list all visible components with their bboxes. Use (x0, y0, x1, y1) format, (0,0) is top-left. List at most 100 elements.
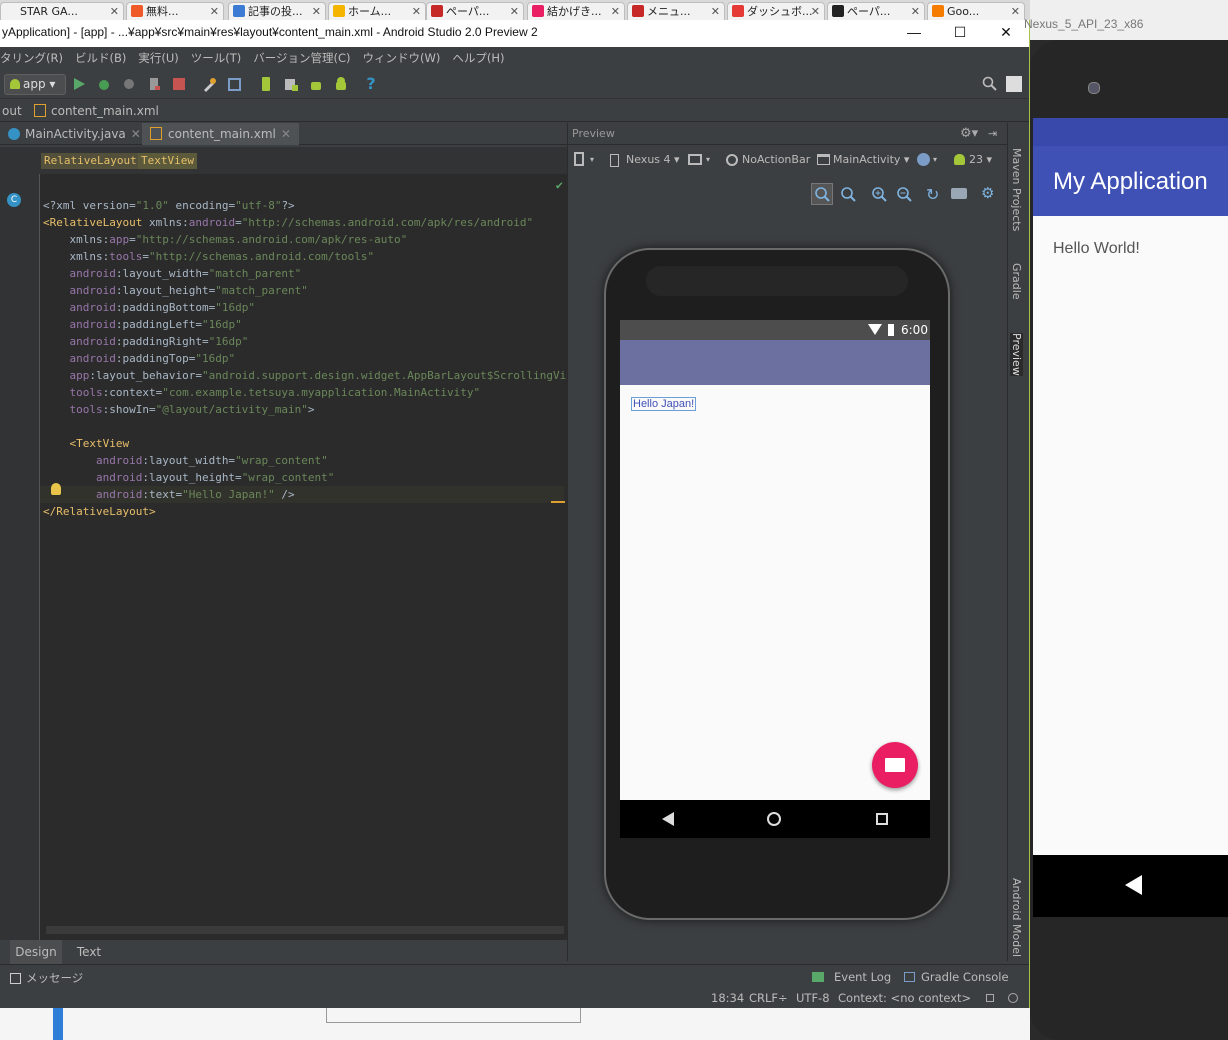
menu-item[interactable]: ウィンドウ(W) (363, 51, 441, 65)
breadcrumb-file[interactable]: content_main.xml (51, 100, 159, 122)
chevron-down-icon[interactable]: ▾ (933, 147, 937, 173)
sync-gradle-icon[interactable] (227, 76, 243, 92)
camera-icon[interactable] (951, 188, 967, 199)
chevron-down-icon[interactable]: ▾ (706, 147, 710, 173)
menu-item[interactable]: ビルド(B) (75, 51, 126, 65)
warning-stripe[interactable] (551, 501, 565, 503)
xml-code-editor[interactable]: <?xml version="1.0" encoding="utf-8"?> <R… (40, 174, 599, 954)
hide-panel-icon[interactable]: ⇥ (988, 123, 997, 145)
close-tab-icon[interactable]: ✕ (131, 127, 141, 141)
breadcrumb-parent[interactable]: out (2, 100, 22, 122)
project-structure-icon[interactable] (202, 76, 218, 92)
browser-tab[interactable]: ペーパ... ✕ (827, 2, 925, 20)
element-path-chip[interactable]: RelativeLayout (41, 153, 140, 169)
android-icon[interactable] (333, 76, 349, 92)
menu-item[interactable]: タリング(R) (0, 51, 63, 65)
caret-position[interactable]: 18:34 (711, 991, 744, 1005)
apply-changes-icon[interactable] (146, 76, 162, 92)
close-tab-icon[interactable]: ✕ (611, 3, 620, 20)
hello-text[interactable]: Hello Japan! (631, 397, 697, 411)
browser-tab[interactable]: STAR GA... ✕ (0, 2, 124, 20)
close-tab-icon[interactable]: ✕ (711, 3, 720, 20)
close-tab-icon[interactable]: ✕ (811, 3, 820, 20)
close-tab-icon[interactable]: ✕ (412, 3, 421, 20)
gear-icon[interactable]: ⚙▾ (960, 123, 978, 145)
close-tab-icon[interactable]: ✕ (911, 3, 920, 20)
zoom-to-fit-icon[interactable] (811, 183, 833, 205)
menu-item[interactable]: 実行(U) (138, 51, 178, 65)
back-icon[interactable] (1125, 875, 1142, 895)
gradle-tool[interactable]: Gradle (1010, 263, 1023, 300)
attach-debugger-icon[interactable] (121, 76, 137, 92)
theme-select[interactable]: NoActionBar (742, 147, 810, 173)
tab-text[interactable]: Text (64, 940, 114, 964)
context-indicator[interactable]: Context: <no context> (838, 991, 971, 1005)
browser-tab[interactable]: ダッシュボ... ✕ (727, 2, 825, 20)
menu-item[interactable]: ヘルプ(H) (452, 51, 504, 65)
hector-icon[interactable] (1008, 993, 1018, 1003)
gear-icon[interactable]: ⚙ (981, 184, 994, 202)
api-level-select[interactable]: 23 ▾ (969, 147, 992, 173)
android-device-monitor-icon[interactable] (308, 76, 324, 92)
close-tab-icon[interactable]: ✕ (110, 3, 119, 20)
run-config-select[interactable]: app ▾ (4, 74, 66, 95)
device-screen-icon[interactable] (574, 152, 584, 166)
close-tab-icon[interactable]: ✕ (210, 3, 219, 20)
user-icon[interactable] (1006, 76, 1022, 92)
browser-tab[interactable]: 結かげき... ✕ (527, 2, 625, 20)
minimize-button[interactable]: — (891, 20, 937, 44)
browser-tab[interactable]: Goo... ✕ (927, 2, 1025, 20)
browser-tab[interactable]: 無料... ✕ (126, 2, 224, 20)
maximize-button[interactable]: ☐ (937, 20, 983, 44)
element-path-chip[interactable]: TextView (138, 153, 197, 169)
chevron-down-icon[interactable]: ▾ (590, 147, 594, 173)
browser-tab[interactable]: メニュ... ✕ (627, 2, 725, 20)
maven-projects-tool[interactable]: Maven Projects (1010, 148, 1023, 231)
fab-button[interactable] (872, 742, 918, 788)
code-token: app (43, 369, 90, 382)
horizontal-scrollbar[interactable] (46, 926, 564, 934)
run-icon[interactable] (71, 76, 87, 92)
editor-tab[interactable]: content_main.xml ✕ (142, 123, 299, 145)
orientation-icon[interactable] (688, 154, 702, 165)
emulator-title: Nexus_5_API_23_x86 (1024, 17, 1144, 31)
gradle-console-tool[interactable]: Gradle Console (921, 970, 1009, 984)
browser-tab[interactable]: ホーム... ✕ (328, 2, 426, 20)
close-tab-icon[interactable]: ✕ (312, 3, 321, 20)
stop-icon[interactable] (171, 76, 187, 92)
sdk-manager-icon[interactable] (283, 76, 299, 92)
editor-tab[interactable]: MainActivity.java ✕ (0, 123, 149, 145)
lightbulb-icon[interactable] (51, 483, 61, 495)
device-select[interactable]: Nexus 4 ▾ (626, 147, 680, 173)
home-icon[interactable] (767, 812, 781, 826)
globe-icon[interactable] (917, 153, 930, 166)
recents-icon[interactable] (876, 813, 888, 825)
menu-item[interactable]: ツール(T) (191, 51, 242, 65)
zoom-in-icon[interactable] (869, 184, 889, 207)
debug-icon[interactable] (96, 76, 112, 92)
help-icon[interactable]: ? (363, 76, 379, 92)
back-icon[interactable] (662, 812, 674, 826)
line-separator[interactable]: CRLF÷ (749, 991, 788, 1005)
lock-icon[interactable] (986, 994, 994, 1002)
activity-select[interactable]: MainActivity ▾ (833, 147, 909, 173)
zoom-out-icon[interactable] (894, 184, 914, 207)
search-icon[interactable] (982, 76, 998, 92)
android-model-tool[interactable]: Android Model (1010, 878, 1023, 957)
browser-tab[interactable]: ペーパ... ✕ (426, 2, 524, 20)
event-log-tool[interactable]: Event Log (834, 970, 891, 984)
close-tab-icon[interactable]: ✕ (1011, 3, 1020, 20)
tab-design[interactable]: Design (10, 940, 62, 964)
close-tab-icon[interactable]: ✕ (510, 3, 519, 20)
file-encoding[interactable]: UTF-8 (796, 991, 830, 1005)
avd-manager-icon[interactable] (258, 76, 274, 92)
preview-tool[interactable]: Preview (1010, 333, 1023, 376)
messages-tool[interactable]: メッセージ (26, 970, 83, 986)
browser-tab[interactable]: 記事の投... ✕ (228, 2, 326, 20)
code-token: :context= (102, 386, 163, 399)
close-tab-icon[interactable]: ✕ (281, 127, 291, 141)
menu-item[interactable]: バージョン管理(C) (253, 51, 350, 65)
close-button[interactable]: ✕ (983, 20, 1029, 44)
refresh-icon[interactable]: ↻ (926, 185, 939, 204)
zoom-actual-icon[interactable] (838, 184, 858, 207)
